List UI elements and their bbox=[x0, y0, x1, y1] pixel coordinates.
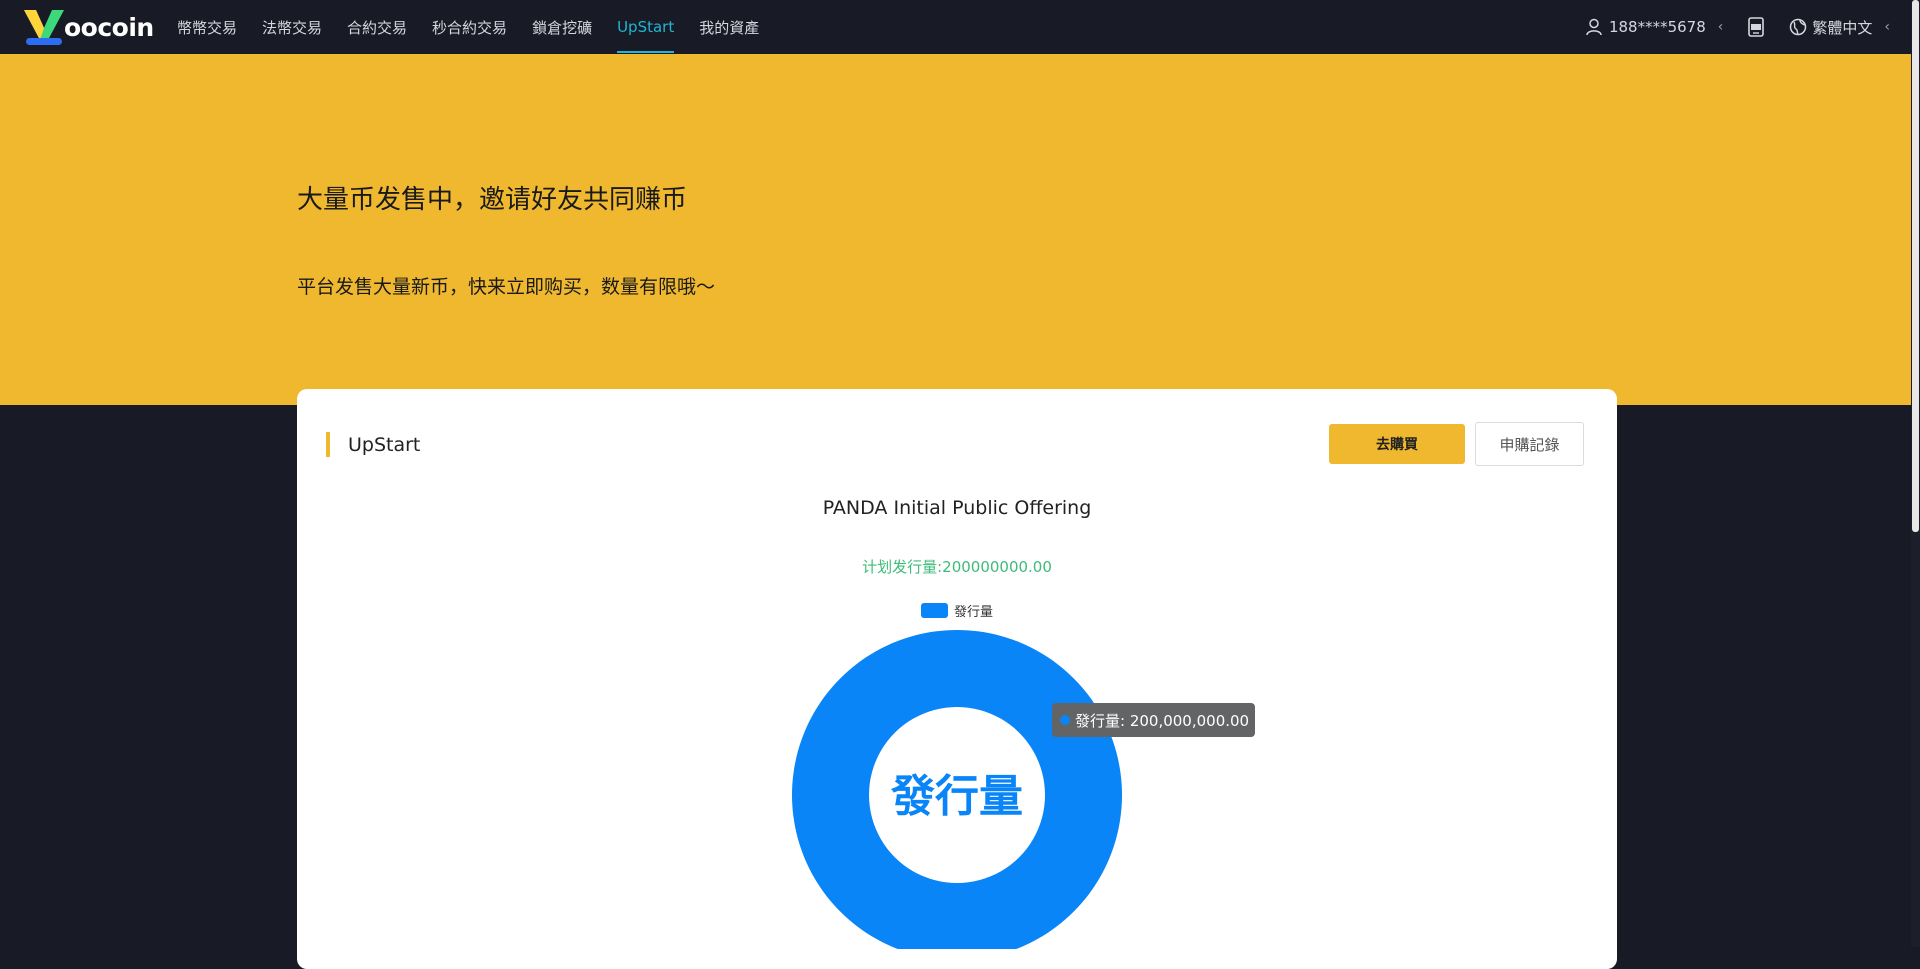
tooltip-text: 發行量: 200,000,000.00 bbox=[1075, 711, 1250, 730]
promo-banner: 大量币发售中，邀请好友共同赚币 平台发售大量新币，快来立即购买，数量有限哦～ bbox=[0, 54, 1911, 405]
globe-icon bbox=[1790, 18, 1807, 36]
nav-item-lock-mining[interactable]: 鎖倉挖礦 bbox=[532, 0, 592, 54]
chevron-left-icon: ‹ bbox=[1717, 19, 1724, 35]
top-navbar: oocoin 幣幣交易 法幣交易 合約交易 秒合約交易 鎖倉挖礦 UpStart… bbox=[0, 0, 1920, 54]
banner-title: 大量币发售中，邀请好友共同赚币 bbox=[297, 185, 688, 215]
nav-item-upstart[interactable]: UpStart bbox=[617, 0, 675, 54]
nav-item-contract-trading[interactable]: 合約交易 bbox=[347, 0, 407, 54]
tooltip-dot bbox=[1060, 715, 1070, 725]
app-download-icon bbox=[1748, 17, 1765, 37]
nav-right: 188****5678 ‹ 繁體中文 ‹ bbox=[1585, 0, 1890, 54]
main-nav: 幣幣交易 法幣交易 合約交易 秒合約交易 鎖倉挖礦 UpStart 我的資產 bbox=[177, 0, 784, 54]
page-scrollbar[interactable] bbox=[1911, 0, 1920, 947]
nav-item-my-assets[interactable]: 我的資產 bbox=[699, 0, 759, 54]
donut-center-label: 發行量 bbox=[890, 771, 1023, 822]
language-label: 繁體中文 bbox=[1812, 18, 1873, 37]
user-menu[interactable]: 188****5678 ‹ bbox=[1585, 18, 1723, 36]
logo-text: oocoin bbox=[64, 12, 154, 42]
nav-item-fiat-trading[interactable]: 法幣交易 bbox=[262, 0, 322, 54]
language-selector[interactable]: 繁體中文 ‹ bbox=[1789, 17, 1890, 38]
user-phone: 188****5678 bbox=[1608, 18, 1706, 36]
chart-tooltip: 發行量: 200,000,000.00 bbox=[1052, 703, 1256, 737]
nav-item-second-contract[interactable]: 秒合約交易 bbox=[432, 0, 507, 54]
banner-subtitle: 平台发售大量新币，快来立即购买，数量有限哦～ bbox=[297, 276, 716, 298]
scrollbar-thumb[interactable] bbox=[1912, 0, 1919, 532]
logo[interactable]: oocoin bbox=[22, 6, 154, 46]
chevron-left-icon: ‹ bbox=[1884, 19, 1890, 35]
upstart-card: UpStart 去購買 申購記錄 PANDA Initial Public Of… bbox=[297, 389, 1617, 969]
download-app-button[interactable] bbox=[1747, 17, 1765, 37]
nav-item-spot-trading[interactable]: 幣幣交易 bbox=[177, 0, 237, 54]
user-icon bbox=[1586, 18, 1602, 36]
logo-v-icon bbox=[24, 10, 64, 45]
donut-chart: 發行量 bbox=[792, 630, 1122, 949]
